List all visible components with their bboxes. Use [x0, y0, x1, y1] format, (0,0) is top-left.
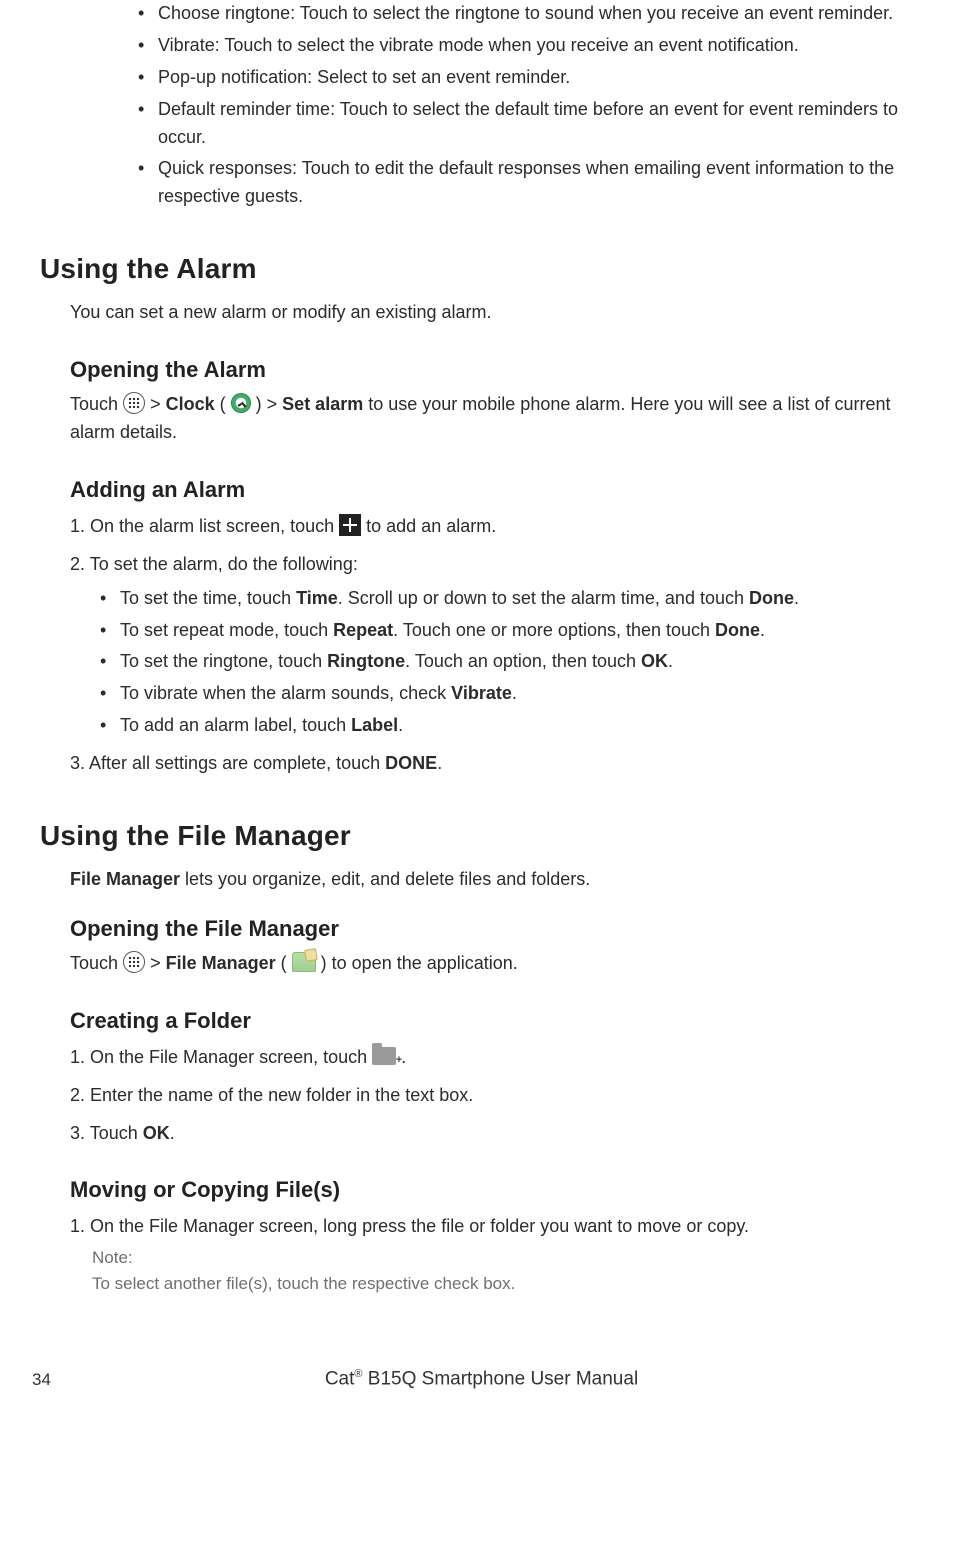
label-label: Label [351, 715, 398, 735]
heading-opening-the-file-manager: Opening the File Manager [70, 916, 923, 942]
step-3: 3. After all settings are complete, touc… [70, 750, 923, 778]
file-manager-icon [292, 952, 316, 972]
text: ) > [256, 394, 283, 414]
new-folder-icon [372, 1047, 396, 1065]
list-item: Default reminder time: Touch to select t… [138, 96, 923, 152]
text: . [668, 651, 673, 671]
text: . [794, 588, 799, 608]
text: ( [220, 394, 226, 414]
done-label: Done [715, 620, 760, 640]
file-manager-label: File Manager [166, 953, 276, 973]
heading-adding-an-alarm: Adding an Alarm [70, 477, 923, 503]
list-item: Quick responses: Touch to edit the defau… [138, 155, 923, 211]
text: . [437, 753, 442, 773]
clock-icon [231, 393, 251, 413]
intro-bullet-list: Choose ringtone: Touch to select the rin… [70, 0, 923, 211]
text: > [150, 953, 166, 973]
set-alarm-label: Set alarm [282, 394, 363, 414]
text: Cat [325, 1368, 355, 1389]
text: to add an alarm. [366, 516, 496, 536]
text: To add an alarm label, touch [120, 715, 351, 735]
text: 3. After all settings are complete, touc… [70, 753, 385, 773]
move-step-1: 1. On the File Manager screen, long pres… [70, 1213, 923, 1241]
ok-label: OK [143, 1123, 170, 1143]
clock-label: Clock [166, 394, 215, 414]
bullet-text: Choose ringtone: Touch to select the rin… [158, 3, 893, 23]
text: ( [281, 953, 287, 973]
heading-moving-or-copying-files: Moving or Copying File(s) [70, 1177, 923, 1203]
step-1: 1. On the alarm list screen, touch to ad… [70, 513, 923, 541]
list-item: To set repeat mode, touch Repeat. Touch … [100, 617, 923, 645]
list-item: To add an alarm label, touch Label. [100, 712, 923, 740]
footer-title: Cat® B15Q Smartphone User Manual [325, 1368, 638, 1390]
bullet-text: Quick responses: Touch to edit the defau… [158, 158, 894, 206]
file-manager-label: File Manager [70, 869, 180, 889]
bullet-text: Pop-up notification: Select to set an ev… [158, 67, 570, 87]
done-label: DONE [385, 753, 437, 773]
done-label: Done [749, 588, 794, 608]
time-label: Time [296, 588, 338, 608]
note-label: Note: [92, 1245, 923, 1271]
text: . [512, 683, 517, 703]
text: > [150, 394, 166, 414]
heading-using-the-alarm: Using the Alarm [40, 253, 923, 285]
vibrate-label: Vibrate [451, 683, 512, 703]
text: ) to open the application. [321, 953, 518, 973]
alarm-intro: You can set a new alarm or modify an exi… [70, 299, 923, 327]
create-step-1: 1. On the File Manager screen, touch . [70, 1044, 923, 1072]
list-item: To vibrate when the alarm sounds, check … [100, 680, 923, 708]
plus-icon [339, 514, 361, 536]
text: 3. Touch [70, 1123, 143, 1143]
apps-icon [123, 392, 145, 414]
ok-label: OK [641, 651, 668, 671]
text: . [760, 620, 765, 640]
repeat-label: Repeat [333, 620, 393, 640]
ringtone-label: Ringtone [327, 651, 405, 671]
text: 1. On the alarm list screen, touch [70, 516, 339, 536]
heading-opening-the-alarm: Opening the Alarm [70, 357, 923, 383]
text: . Scroll up or down to set the alarm tim… [338, 588, 749, 608]
bullet-text: Default reminder time: Touch to select t… [158, 99, 898, 147]
text: lets you organize, edit, and delete file… [180, 869, 590, 889]
list-item: To set the time, touch Time. Scroll up o… [100, 585, 923, 613]
apps-icon [123, 951, 145, 973]
text: Touch [70, 394, 123, 414]
page-number: 34 [32, 1370, 51, 1390]
list-item: Pop-up notification: Select to set an ev… [138, 64, 923, 92]
heading-using-the-file-manager: Using the File Manager [40, 820, 923, 852]
create-step-2: 2. Enter the name of the new folder in t… [70, 1082, 923, 1110]
text: . [398, 715, 403, 735]
step-2: 2. To set the alarm, do the following: [70, 551, 923, 579]
file-manager-intro: File Manager lets you organize, edit, an… [70, 866, 923, 894]
text: 1. On the File Manager screen, touch [70, 1047, 372, 1067]
text: To vibrate when the alarm sounds, check [120, 683, 451, 703]
list-item: Vibrate: Touch to select the vibrate mod… [138, 32, 923, 60]
text: Touch [70, 953, 123, 973]
text: . Touch one or more options, then touch [393, 620, 715, 640]
text: . [170, 1123, 175, 1143]
list-item: Choose ringtone: Touch to select the rin… [138, 0, 923, 28]
text: To set repeat mode, touch [120, 620, 333, 640]
opening-file-manager-paragraph: Touch > File Manager ( ) to open the app… [70, 950, 923, 978]
heading-creating-a-folder: Creating a Folder [70, 1008, 923, 1034]
list-item: To set the ringtone, touch Ringtone. Tou… [100, 648, 923, 676]
text: To set the time, touch [120, 588, 296, 608]
note-body: To select another file(s), touch the res… [92, 1271, 923, 1297]
text: B15Q Smartphone User Manual [363, 1368, 639, 1389]
page-footer: 34 Cat® B15Q Smartphone User Manual [40, 1360, 923, 1400]
text: To set the ringtone, touch [120, 651, 327, 671]
bullet-text: Vibrate: Touch to select the vibrate mod… [158, 35, 799, 55]
alarm-settings-list: To set the time, touch Time. Scroll up o… [70, 585, 923, 740]
opening-alarm-paragraph: Touch > Clock ( ) > Set alarm to use you… [70, 391, 923, 447]
registered-mark: ® [354, 1368, 362, 1380]
create-step-3: 3. Touch OK. [70, 1120, 923, 1148]
text: . Touch an option, then touch [405, 651, 641, 671]
